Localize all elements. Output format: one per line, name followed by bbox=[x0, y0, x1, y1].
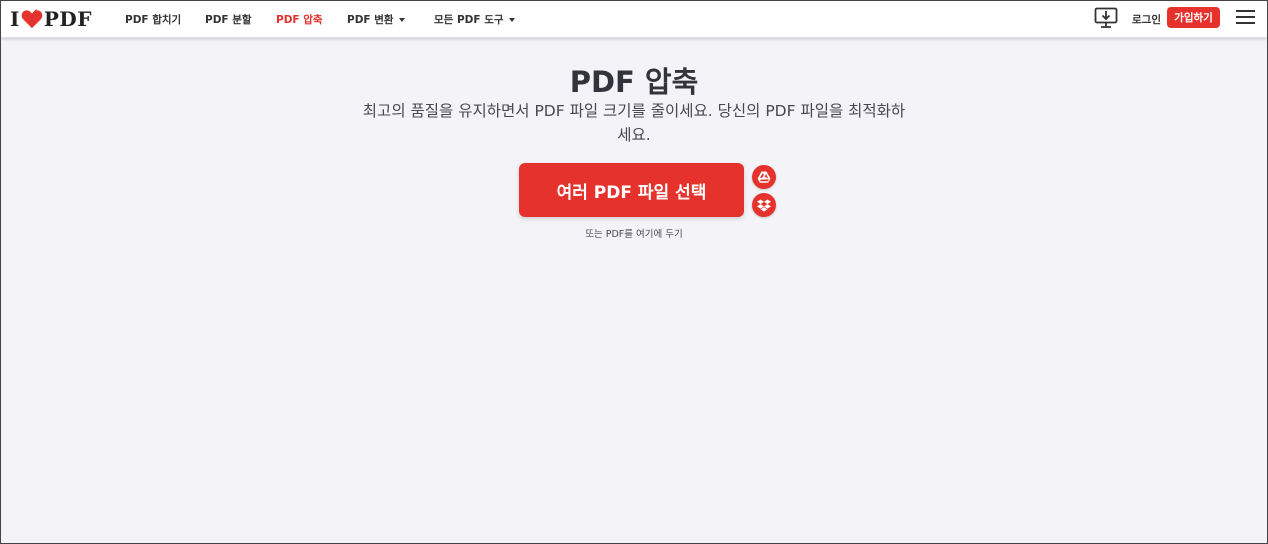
nav-split-pdf[interactable]: PDF 분할 bbox=[205, 12, 252, 27]
login-link[interactable]: 로그인 bbox=[1132, 12, 1161, 27]
caret-down-icon bbox=[398, 17, 405, 22]
page-subtitle: 최고의 품질을 유지하면서 PDF 파일 크기를 줄이세요. 당신의 PDF 파… bbox=[362, 102, 906, 144]
top-navbar: I PDF PDF 합치기 PDF 분할 PDF 압축 PDF 변환 모든 PD… bbox=[1, 1, 1267, 38]
nav-all-tools-label: 모든 PDF 도구 bbox=[434, 14, 504, 26]
heart-icon bbox=[21, 9, 43, 29]
nav-merge-pdf[interactable]: PDF 합치기 bbox=[125, 12, 181, 27]
select-pdf-files-button[interactable]: 여러 PDF 파일 선택 bbox=[519, 163, 744, 217]
nav-split-label: PDF 분할 bbox=[205, 14, 252, 26]
google-drive-icon bbox=[757, 171, 771, 183]
hamburger-menu-icon[interactable] bbox=[1236, 9, 1255, 25]
nav-compress-pdf[interactable]: PDF 압축 bbox=[276, 12, 323, 27]
logo-letter-i: I bbox=[10, 7, 20, 31]
nav-merge-label: PDF 합치기 bbox=[125, 14, 182, 26]
caret-down-icon bbox=[508, 17, 515, 22]
desktop-download-icon[interactable] bbox=[1094, 7, 1118, 29]
logo-text-pdf: PDF bbox=[43, 7, 92, 31]
dropbox-button[interactable] bbox=[752, 193, 776, 217]
google-drive-button[interactable] bbox=[752, 165, 776, 189]
nav-convert-pdf-dropdown[interactable]: PDF 변환 bbox=[347, 12, 405, 27]
nav-compress-label: PDF 압축 bbox=[276, 14, 323, 26]
page-title: PDF 압축 bbox=[569, 65, 699, 99]
signup-button[interactable]: 가입하기 bbox=[1167, 7, 1220, 28]
nav-all-tools-dropdown[interactable]: 모든 PDF 도구 bbox=[434, 12, 515, 27]
ilovepdf-logo[interactable]: I PDF bbox=[10, 7, 92, 31]
dropbox-icon bbox=[757, 199, 771, 212]
nav-convert-label: PDF 변환 bbox=[347, 14, 394, 26]
app-frame: I PDF PDF 합치기 PDF 분할 PDF 압축 PDF 변환 모든 PD… bbox=[0, 0, 1268, 544]
drop-here-hint: 또는 PDF를 여기에 두기 bbox=[585, 229, 683, 240]
